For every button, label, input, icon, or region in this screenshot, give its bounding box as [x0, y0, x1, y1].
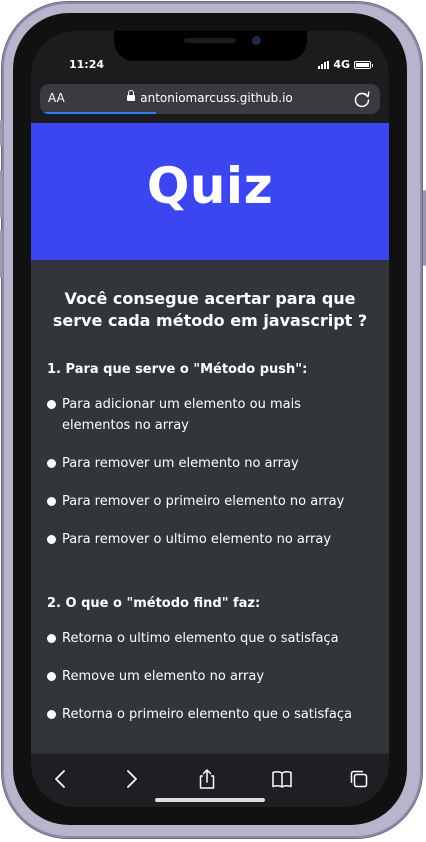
answer-option[interactable]: Para adicionar um elemento ou mais eleme… [47, 394, 373, 436]
answer-option[interactable]: Para remover o primeiro elemento no arra… [47, 491, 373, 512]
radio-button[interactable] [47, 710, 56, 719]
share-icon[interactable] [196, 768, 218, 790]
browser-toolbar [31, 753, 389, 807]
screen: 11:24 4G AA antoniomarcuss.github.io Qui… [31, 31, 389, 807]
status-indicators: 4G [318, 58, 373, 71]
radio-button[interactable] [47, 497, 56, 506]
front-camera-icon [252, 36, 261, 45]
header-banner: Quiz [31, 123, 389, 260]
option-label: Remove um elemento no array [62, 669, 265, 684]
notch [114, 31, 307, 61]
quiz-content: Você consegue acertar para que serve cad… [31, 288, 389, 725]
address-bar[interactable]: AA antoniomarcuss.github.io [40, 84, 380, 114]
radio-button[interactable] [47, 634, 56, 643]
phone-body: 11:24 4G AA antoniomarcuss.github.io Qui… [13, 13, 407, 825]
volume-up-button [0, 170, 3, 218]
quiz-logo: Quiz [146, 157, 274, 215]
answer-option[interactable]: Para remover o ultimo elemento no array [47, 529, 373, 550]
url-display[interactable]: antoniomarcuss.github.io [40, 90, 380, 105]
speaker-grille [184, 38, 236, 43]
lock-icon [127, 90, 136, 101]
volume-down-button [0, 230, 3, 278]
radio-button[interactable] [47, 672, 56, 681]
radio-button[interactable] [47, 459, 56, 468]
question-title: 2. O que o "método find" faz: [47, 596, 261, 611]
answer-option[interactable]: Retorna o primeiro elemento que o satisf… [47, 704, 373, 725]
quiz-intro: Você consegue acertar para que serve cad… [52, 289, 368, 330]
option-label: Para remover o primeiro elemento no arra… [62, 494, 345, 509]
mute-switch [0, 120, 3, 146]
network-label: 4G [333, 58, 350, 71]
answer-option[interactable]: Retorna o ultimo elemento que o satisfaç… [47, 628, 373, 649]
radio-button[interactable] [47, 400, 56, 409]
option-label: Para adicionar um elemento ou mais eleme… [62, 397, 301, 433]
home-indicator [155, 798, 265, 802]
url-text: antoniomarcuss.github.io [140, 91, 293, 105]
option-label: Retorna o ultimo elemento que o satisfaç… [62, 631, 339, 646]
status-time: 11:24 [69, 58, 105, 71]
answer-option[interactable]: Para remover um elemento no array [47, 453, 373, 474]
back-icon[interactable] [50, 768, 72, 790]
reload-icon[interactable] [351, 88, 373, 110]
option-label: Retorna o primeiro elemento que o satisf… [62, 707, 352, 722]
web-page: Quiz Você consegue acertar para que serv… [31, 123, 389, 753]
page-load-progress [40, 112, 156, 114]
tabs-icon[interactable] [348, 768, 370, 790]
bookmarks-icon[interactable] [271, 768, 293, 790]
question-title: 1. Para que serve o "Método push": [47, 362, 308, 377]
option-label: Para remover o ultimo elemento no array [62, 532, 332, 547]
battery-icon [354, 60, 373, 69]
forward-icon[interactable] [120, 768, 142, 790]
option-label: Para remover um elemento no array [62, 456, 299, 471]
radio-button[interactable] [47, 535, 56, 544]
answer-option[interactable]: Remove um elemento no array [47, 666, 373, 687]
signal-icon [318, 60, 330, 69]
